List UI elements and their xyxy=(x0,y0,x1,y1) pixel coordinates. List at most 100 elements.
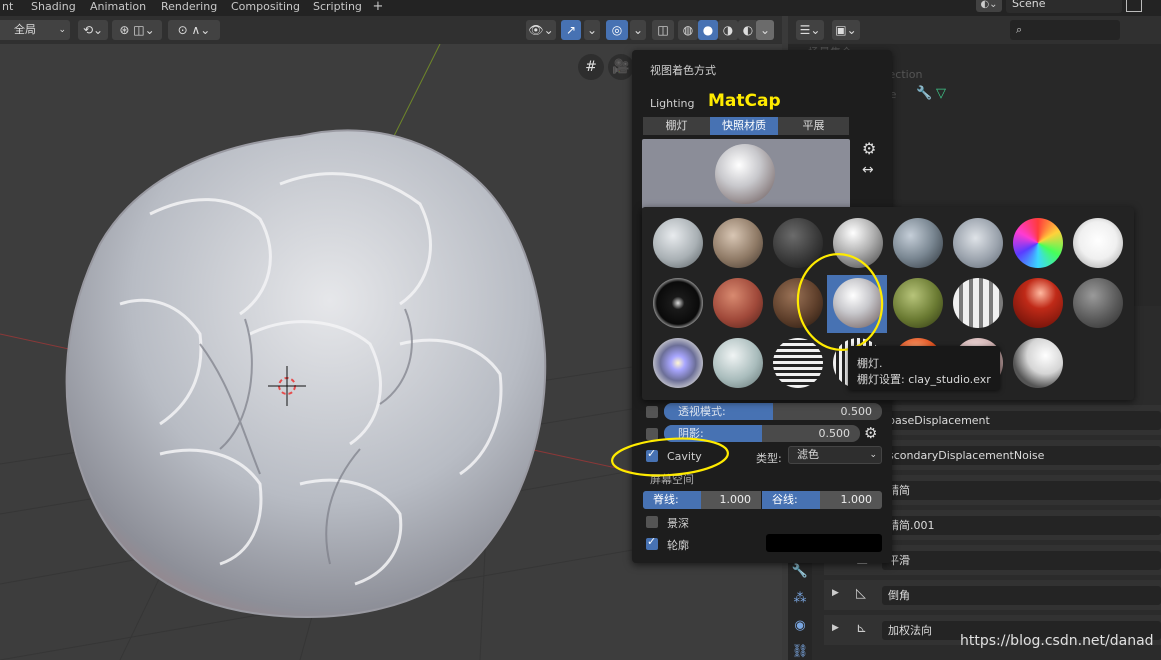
filter-icon[interactable]: ▣⌄ xyxy=(832,20,860,40)
workspace-tab-rendering[interactable]: Rendering xyxy=(161,0,217,16)
viewport-header: 全局 ⌄ ⟲⌄ ⊛ ◫⌄ ⊙ ∧⌄ 👁⌄ ↗ ⌄ ◎ ⌄ ◫ ◍ ● ◑ ◐ ⌄ xyxy=(0,16,782,44)
flip-arrows-icon[interactable]: ↔ xyxy=(862,162,874,178)
material-shading-icon[interactable]: ◑ xyxy=(718,20,738,40)
matcap-tooltip: 棚灯. 棚灯设置: clay_studio.exr xyxy=(848,346,1000,390)
expand-icon[interactable]: ▶ xyxy=(832,588,839,598)
workspace-tab-layout[interactable]: nt xyxy=(2,0,13,16)
xray-label: 透视模式: xyxy=(678,405,726,418)
matcap-thumbnail[interactable] xyxy=(713,218,763,268)
wireframe-shading-icon[interactable]: ◍ xyxy=(678,20,698,40)
matcap-annotation: MatCap xyxy=(708,91,781,111)
matcap-thumbnail[interactable] xyxy=(1073,278,1123,328)
new-scene-icon[interactable] xyxy=(1126,0,1142,12)
lighting-studio-button[interactable]: 棚灯 xyxy=(643,117,710,135)
workspace-tab-compositing[interactable]: Compositing xyxy=(231,0,300,16)
constraints-tab-icon[interactable]: ⛓ xyxy=(791,643,809,660)
transform-orientation-value: 全局 xyxy=(14,23,36,36)
outline-color-swatch[interactable] xyxy=(766,534,882,552)
tooltip-title: 棚灯. xyxy=(857,357,883,370)
cavity-type-label: 类型: xyxy=(756,452,782,465)
xray-value: 0.500 xyxy=(840,405,873,418)
modifier-name-field[interactable]: 倒角 xyxy=(882,586,1161,605)
dof-label: 景深 xyxy=(667,517,689,530)
outline-label: 轮廓 xyxy=(667,539,689,552)
matcap-thumbnail[interactable] xyxy=(1073,218,1123,268)
modifier-name-field[interactable]: scondaryDisplacementNoise xyxy=(882,446,1161,465)
matcap-thumbnail[interactable] xyxy=(1013,218,1063,268)
lighting-matcap-button[interactable]: 快照材质 xyxy=(710,117,778,135)
matcap-thumbnail[interactable] xyxy=(953,218,1003,268)
proportional-edit-icon[interactable]: ⊙ ∧⌄ xyxy=(168,20,220,40)
selection-annotation xyxy=(796,253,884,351)
xray-checkbox[interactable] xyxy=(646,406,658,418)
wrench-icon: 🔧 xyxy=(916,86,933,101)
matcap-thumbnail[interactable] xyxy=(713,278,763,328)
matcap-preview[interactable] xyxy=(642,139,850,209)
matcap-thumbnail[interactable] xyxy=(893,278,943,328)
overlays-icon[interactable]: ◎ xyxy=(606,20,628,40)
matcap-thumbnail[interactable] xyxy=(953,278,1003,328)
matcap-thumbnail[interactable] xyxy=(713,338,763,388)
physics-tab-icon[interactable]: ◉ xyxy=(791,617,809,635)
outline-checkbox[interactable] xyxy=(646,535,658,550)
overlays-dropdown-icon[interactable]: ⌄ xyxy=(630,20,646,40)
cavity-type-select[interactable]: 滤色 ⌄ xyxy=(788,446,882,464)
modifier-row[interactable]: ▶ ◺ 倒角 xyxy=(824,580,1161,610)
workspace-tab-animation[interactable]: Animation xyxy=(90,0,146,16)
xray-slider[interactable]: 透视模式: 0.500 xyxy=(664,403,882,420)
valley-value: 1.000 xyxy=(840,493,873,506)
gizmo-dropdown-icon[interactable]: ⌄ xyxy=(584,20,600,40)
gear-icon[interactable]: ⚙ xyxy=(862,139,876,158)
matcap-thumbnail[interactable] xyxy=(653,218,703,268)
scene-name-field[interactable]: Scene xyxy=(1006,0,1122,13)
visibility-icon[interactable]: 👁⌄ xyxy=(526,20,556,40)
ridge-label: 脊线: xyxy=(653,493,679,506)
matcap-thumbnail[interactable] xyxy=(1013,278,1063,328)
cavity-type-value: 滤色 xyxy=(797,448,819,461)
chevron-down-icon: ⌄ xyxy=(869,450,877,460)
ridge-field[interactable]: 脊线: 1.000 xyxy=(643,491,761,509)
valley-label: 谷线: xyxy=(772,493,798,506)
snap-icon[interactable]: ⊛ ◫⌄ xyxy=(112,20,162,40)
watermark: https://blog.csdn.net/danad xyxy=(960,633,1154,649)
outliner-search-input[interactable]: ⌕ xyxy=(1010,20,1120,40)
matcap-preview-sphere xyxy=(715,144,775,204)
cavity-annotation xyxy=(611,437,729,477)
pivot-point-icon[interactable]: ⟲⌄ xyxy=(78,20,108,40)
modifier-name-field[interactable]: 平滑 xyxy=(882,551,1161,570)
rock-mesh xyxy=(65,129,547,618)
outliner-header: ☰⌄ ▣⌄ ⌕ xyxy=(788,16,1161,44)
matcap-thumbnail[interactable] xyxy=(1013,338,1063,388)
particles-tab-icon[interactable]: ⁂ xyxy=(791,590,809,608)
modifier-name-field[interactable]: 精简.001 xyxy=(882,516,1161,535)
shadow-settings-gear-icon[interactable]: ⚙ xyxy=(864,424,877,442)
add-workspace-button[interactable]: + xyxy=(370,0,386,16)
modifier-tab-icon[interactable]: 🔧 xyxy=(791,563,809,581)
matcap-thumbnail[interactable] xyxy=(893,218,943,268)
workspace-bar: nt Shading Animation Rendering Compositi… xyxy=(0,0,1161,16)
solid-shading-icon[interactable]: ● xyxy=(698,20,718,40)
shading-dropdown-icon[interactable]: ⌄ xyxy=(756,20,774,40)
rendered-shading-icon[interactable]: ◐ xyxy=(738,20,758,40)
expand-icon[interactable]: ▶ xyxy=(832,623,839,633)
dof-checkbox[interactable] xyxy=(646,516,658,528)
workspace-tab-shading[interactable]: Shading xyxy=(31,0,76,16)
scene-selector-icon[interactable]: ◐⌄ xyxy=(976,0,1002,12)
tooltip-detail: 棚灯设置: clay_studio.exr xyxy=(857,373,991,386)
mesh-data-icon: ▽ xyxy=(936,86,946,101)
chevron-down-icon: ⌄ xyxy=(58,25,66,35)
xray-toggle-icon[interactable]: ◫ xyxy=(652,20,674,40)
grid-view-icon[interactable]: # xyxy=(578,54,604,80)
matcap-thumbnail[interactable] xyxy=(653,338,703,388)
modifier-name-field[interactable]: 精简 xyxy=(882,481,1161,500)
workspace-tab-scripting[interactable]: Scripting xyxy=(313,0,362,16)
display-mode-icon[interactable]: ☰⌄ xyxy=(796,20,824,40)
valley-field[interactable]: 谷线: 1.000 xyxy=(762,491,882,509)
weighted-normal-icon: ⊾ xyxy=(856,621,867,636)
gizmo-icon[interactable]: ↗ xyxy=(561,20,581,40)
lighting-flat-button[interactable]: 平展 xyxy=(778,117,849,135)
transform-orientation-select[interactable]: 全局 ⌄ xyxy=(0,20,70,40)
modifier-name-field[interactable]: baseDisplacement xyxy=(882,411,1161,430)
camera-view-icon[interactable]: 🎥 xyxy=(608,54,634,80)
matcap-thumbnail[interactable] xyxy=(653,278,703,328)
